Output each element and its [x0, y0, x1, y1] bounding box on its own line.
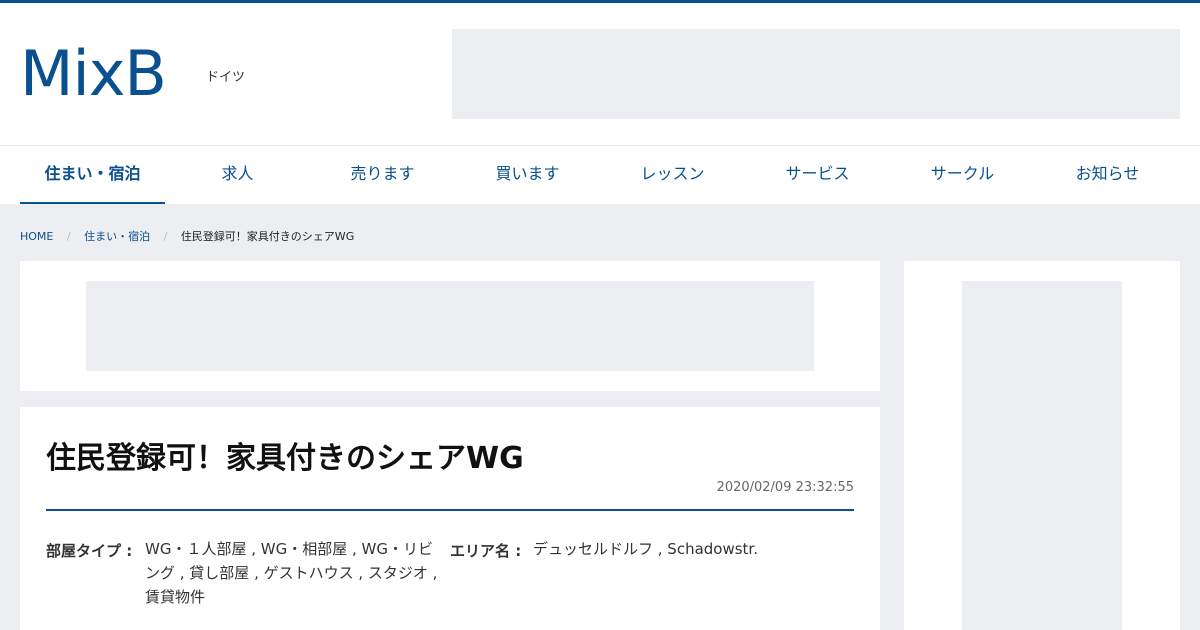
room-type-label: 部屋タイプ : [46, 542, 133, 560]
breadcrumb-current: 住民登録可！家具付きのシェアWG [180, 230, 355, 243]
post-card: 住民登録可！家具付きのシェアWG 2020/02/09 23:32:55 部屋タ… [20, 407, 880, 630]
title-divider [46, 509, 854, 511]
sidebar-ad-banner[interactable] [962, 281, 1122, 630]
area-value: デュッセルドルフ , Schadowstr. [533, 540, 758, 558]
area-label: エリア名 : [450, 542, 522, 560]
post-title: 住民登録可！家具付きのシェアWG [46, 441, 524, 476]
breadcrumb-separator: / [163, 230, 168, 243]
nav-item-sell[interactable]: 売ります [310, 146, 455, 204]
sidebar-card [904, 261, 1180, 630]
breadcrumb-separator: / [66, 230, 71, 243]
breadcrumb-home[interactable]: HOME [20, 230, 53, 243]
post-date: 2020/02/09 23:32:55 [716, 480, 854, 495]
nav-item-jobs[interactable]: 求人 [165, 146, 310, 204]
nav-item-circles[interactable]: サークル [890, 146, 1035, 204]
content-ad-card [20, 261, 880, 391]
breadcrumb: HOME / 住まい・宿泊 / 住民登録可！家具付きのシェアWG [20, 228, 354, 244]
nav-item-services[interactable]: サービス [745, 146, 890, 204]
region-label[interactable]: ドイツ [206, 66, 245, 85]
content-ad-banner[interactable] [86, 281, 814, 371]
main-nav: 住まい・宿泊 求人 売ります 買います レッスン サービス サークル お知らせ [0, 145, 1200, 204]
nav-item-housing[interactable]: 住まい・宿泊 [20, 146, 165, 204]
site-logo[interactable]: MixB [20, 43, 167, 105]
nav-item-notices[interactable]: お知らせ [1035, 146, 1180, 204]
nav-item-lessons[interactable]: レッスン [600, 146, 745, 204]
site-header: MixB ドイツ [0, 3, 1200, 145]
nav-item-buy[interactable]: 買います [455, 146, 600, 204]
room-type-value: WG・１人部屋 , WG・相部屋 , WG・リビング , 貸し部屋 , ゲストハ… [145, 540, 438, 606]
header-ad-banner[interactable] [452, 29, 1180, 119]
breadcrumb-category[interactable]: 住まい・宿泊 [84, 230, 150, 243]
